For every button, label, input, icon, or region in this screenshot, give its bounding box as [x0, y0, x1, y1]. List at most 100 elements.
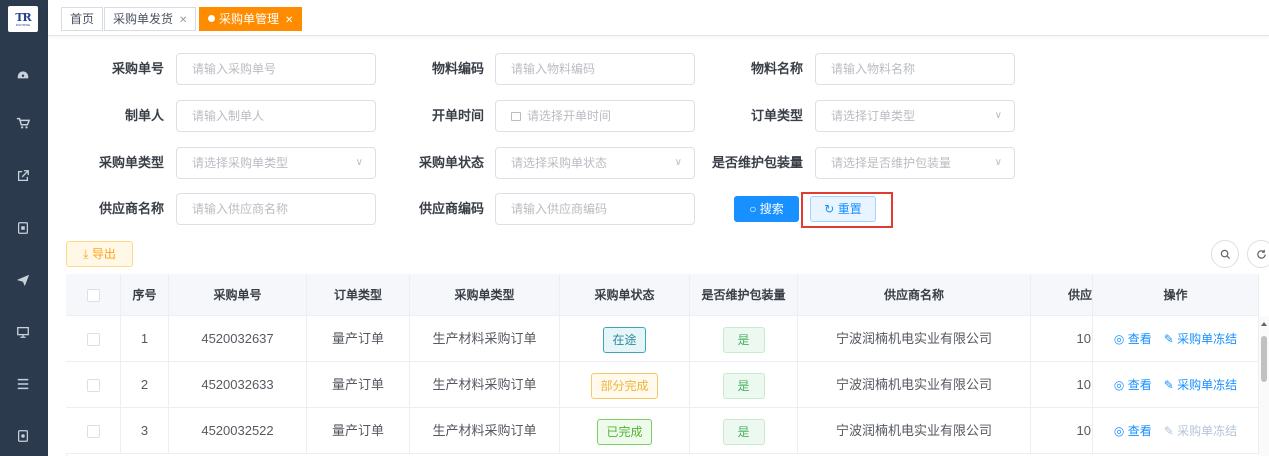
search-button[interactable]: ○ 搜索 — [734, 196, 799, 222]
supplier-name-input[interactable]: 请输入供应商名称 — [176, 193, 376, 225]
toggle-search-button[interactable] — [1211, 240, 1239, 268]
table-cell-maintain-pack: 是 — [690, 316, 798, 362]
tab-home[interactable]: 首页 — [61, 7, 104, 31]
order-type-select[interactable]: 请选择订单类型 ∨ — [815, 100, 1015, 132]
highlight-box — [801, 192, 893, 228]
view-link-label: 查看 — [1127, 332, 1152, 346]
yes-badge: 是 — [722, 372, 765, 399]
app-logo[interactable]: TR RIGTRINE — [8, 6, 38, 32]
table-cell-actions: ◎ 查看 ✎ 采购单冻结 — [1093, 362, 1259, 408]
table-scrollbar[interactable] — [1259, 316, 1269, 456]
view-link[interactable]: ◎ 查看 — [1114, 378, 1152, 392]
po-type-select[interactable]: 请选择采购单类型 ∨ — [176, 147, 376, 179]
freeze-link[interactable]: ✎ 采购单冻结 — [1164, 378, 1237, 392]
row-checkbox[interactable] — [86, 379, 100, 393]
row-checkbox-cell — [66, 408, 121, 454]
maintain-pack-placeholder: 请选择是否维护包装量 — [831, 156, 952, 170]
freeze-link[interactable]: ✎ 采购单冻结 — [1164, 332, 1237, 346]
freeze-link-label: 采购单冻结 — [1177, 332, 1238, 346]
external-link-icon[interactable] — [12, 166, 34, 186]
active-dot-icon — [208, 15, 215, 22]
creator-label: 制单人 — [124, 108, 164, 123]
view-link[interactable]: ◎ 查看 — [1114, 424, 1152, 438]
refresh-table-button[interactable] — [1247, 240, 1269, 268]
table-cell-supplier-name: 宁波润楠机电实业有限公司 — [798, 316, 1031, 362]
creator-placeholder: 请输入制单人 — [192, 109, 265, 123]
open-time-picker[interactable]: 请选择开单时间 — [495, 100, 695, 132]
download-icon: ⤓ — [83, 247, 92, 261]
maintain-pack-label: 是否维护包装量 — [711, 155, 803, 170]
close-icon[interactable]: ✕ — [285, 15, 293, 26]
table-cell-po-type: 生产材料采购订单 — [410, 316, 560, 362]
table-cell-supplier-code: 10 — [1031, 316, 1093, 362]
col-po-no-header: 采购单号 — [169, 274, 307, 316]
list-icon[interactable] — [12, 374, 34, 394]
tab-home-label: 首页 — [70, 12, 95, 26]
row-checkbox[interactable] — [86, 333, 100, 347]
po-no-label: 采购单号 — [111, 61, 164, 76]
order-type-label: 订单类型 — [750, 108, 803, 123]
yes-badge: 是 — [722, 418, 765, 445]
col-maintain-pack-header: 是否维护包装量 — [690, 274, 798, 316]
square-icon[interactable] — [12, 218, 34, 238]
search-button-label: 搜索 — [759, 202, 784, 216]
tab-po-management-label: 采购单管理 — [219, 12, 280, 26]
send-icon[interactable] — [12, 270, 34, 290]
table-cell-order-type: 量产订单 — [307, 362, 410, 408]
export-button[interactable]: ⤓ 导出 — [66, 241, 133, 267]
table-cell-supplier-name: 宁波润楠机电实业有限公司 — [798, 408, 1031, 454]
table-cell-po-type: 生产材料采购订单 — [410, 408, 560, 454]
select-all-header — [66, 274, 121, 316]
view-link[interactable]: ◎ 查看 — [1114, 332, 1152, 346]
row-checkbox[interactable] — [86, 425, 100, 439]
table-cell-index: 3 — [121, 408, 169, 454]
material-name-input[interactable]: 请输入物料名称 — [815, 53, 1015, 85]
supplier-name-label: 供应商名称 — [98, 201, 164, 216]
material-name-placeholder: 请输入物料名称 — [831, 62, 916, 76]
close-icon[interactable]: ✕ — [179, 15, 187, 26]
supplier-code-label: 供应商编码 — [418, 201, 484, 216]
col-index-header: 序号 — [121, 274, 169, 316]
table-cell-po-status: 已完成 — [560, 408, 690, 454]
material-code-input[interactable]: 请输入物料编码 — [495, 53, 695, 85]
po-type-label: 采购单类型 — [98, 155, 164, 170]
material-code-placeholder: 请输入物料编码 — [511, 62, 596, 76]
po-status-label: 采购单状态 — [418, 155, 484, 170]
po-status-placeholder: 请选择采购单状态 — [511, 156, 608, 170]
scrollbar-thumb[interactable] — [1261, 336, 1267, 382]
freeze-link-label: 采购单冻结 — [1177, 378, 1238, 392]
po-no-input[interactable]: 请输入采购单号 — [176, 53, 376, 85]
tags-view-bar: 首页 采购单发货 ✕ 采购单管理 ✕ — [48, 0, 1269, 36]
table-cell-index: 1 — [121, 316, 169, 362]
po-no-placeholder: 请输入采购单号 — [192, 62, 277, 76]
maintain-pack-select[interactable]: 请选择是否维护包装量 ∨ — [815, 147, 1015, 179]
cart-icon[interactable] — [12, 113, 34, 133]
supplier-code-input[interactable]: 请输入供应商编码 — [495, 193, 695, 225]
tab-po-shipment[interactable]: 采购单发货 ✕ — [104, 7, 197, 31]
monitor-icon[interactable] — [12, 322, 34, 342]
table-cell-order-type: 量产订单 — [307, 408, 410, 454]
po-status-select[interactable]: 请选择采购单状态 ∨ — [495, 147, 695, 179]
freeze-link[interactable]: ✎ 采购单冻结 — [1164, 424, 1237, 438]
refresh-icon — [1256, 249, 1266, 259]
select-all-checkbox[interactable] — [86, 289, 100, 303]
row-checkbox-cell — [66, 362, 121, 408]
scroll-up-icon[interactable] — [1261, 322, 1267, 326]
material-code-label: 物料编码 — [431, 61, 484, 76]
creator-input[interactable]: 请输入制单人 — [176, 100, 376, 132]
table-cell-actions: ◎ 查看 ✎ 采购单冻结 — [1093, 408, 1259, 454]
col-po-status-header: 采购单状态 — [560, 274, 690, 316]
dashboard-icon[interactable] — [12, 64, 34, 84]
yes-badge: 是 — [722, 326, 765, 353]
tab-po-management[interactable]: 采购单管理 ✕ — [199, 7, 303, 31]
cube-icon[interactable] — [12, 426, 34, 446]
col-supplier-name-header: 供应商名称 — [798, 274, 1031, 316]
col-supplier-code-header: 供应 — [1031, 274, 1093, 316]
status-badge: 已完成 — [597, 418, 652, 445]
freeze-link-label: 采购单冻结 — [1177, 424, 1238, 438]
table-cell-index: 2 — [121, 362, 169, 408]
order-type-placeholder: 请选择订单类型 — [831, 109, 916, 123]
col-po-type-header: 采购单类型 — [410, 274, 560, 316]
table-cell-supplier-code: 10 — [1031, 408, 1093, 454]
calendar-icon — [511, 112, 521, 121]
